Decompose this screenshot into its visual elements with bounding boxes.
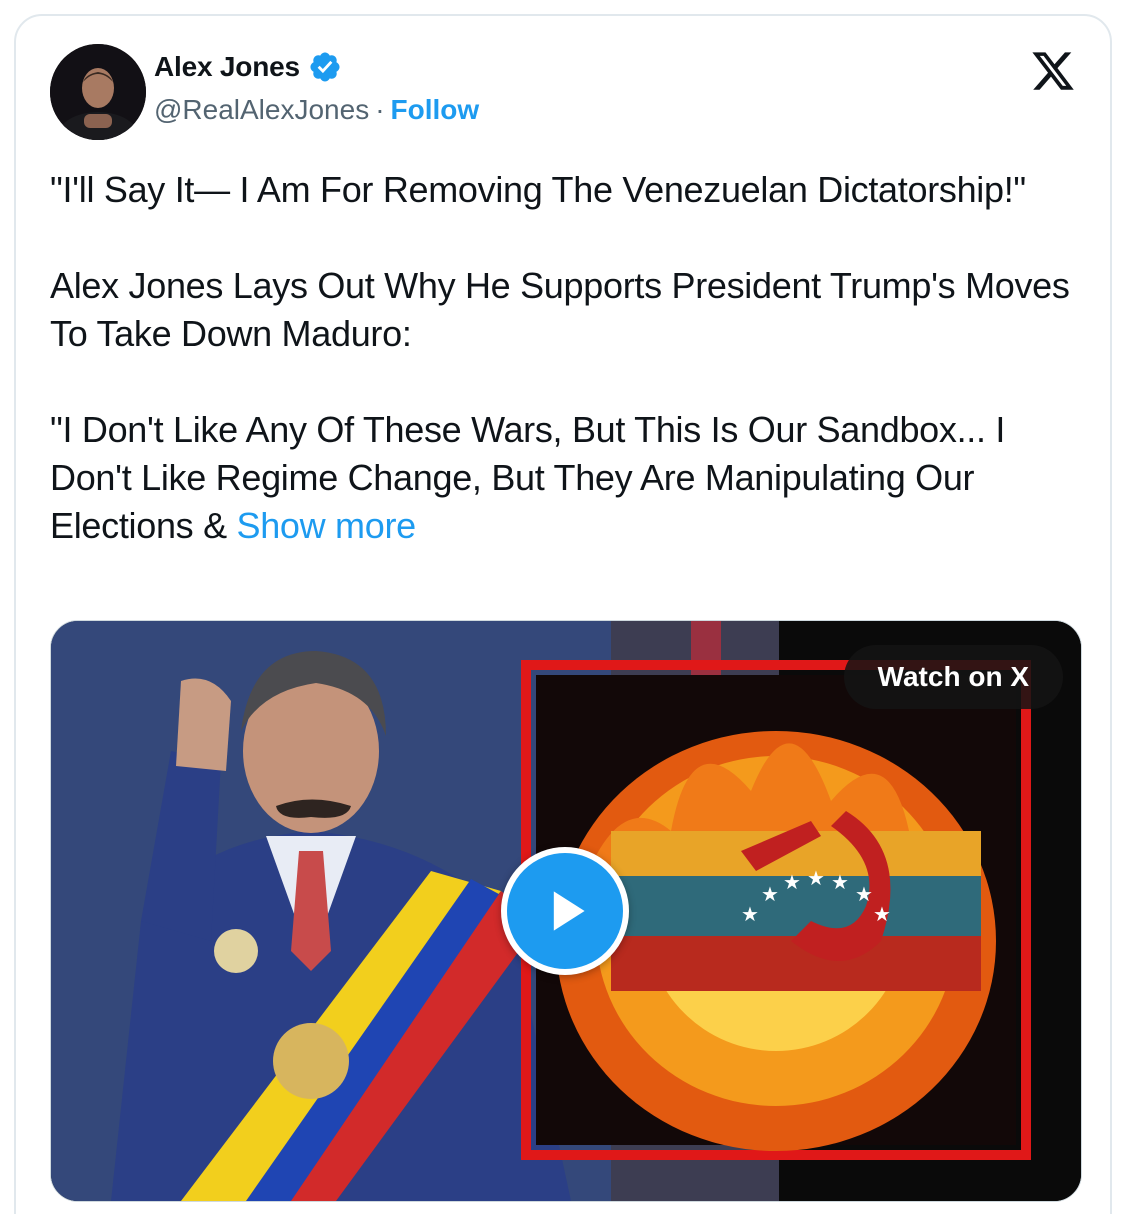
- avatar-image: [50, 44, 146, 140]
- tweet-paragraph-3-text: "I Don't Like Any Of These Wars, But Thi…: [50, 409, 1006, 546]
- follow-button[interactable]: Follow: [391, 94, 480, 126]
- author-name-row: Alex Jones: [154, 50, 342, 84]
- svg-text:★: ★: [783, 870, 801, 894]
- svg-text:★: ★: [761, 882, 779, 906]
- author-name[interactable]: Alex Jones: [154, 51, 300, 83]
- handle-separator: ·: [375, 94, 385, 125]
- author-handle[interactable]: @RealAlexJones: [154, 94, 369, 126]
- tweet-text: "I'll Say It— I Am For Removing The Vene…: [50, 166, 1090, 550]
- x-logo-icon[interactable]: [1030, 48, 1076, 94]
- svg-text:★: ★: [873, 902, 891, 926]
- tweet-paragraph-1: "I'll Say It— I Am For Removing The Vene…: [50, 169, 1026, 210]
- svg-text:★: ★: [807, 866, 825, 890]
- svg-text:★: ★: [855, 882, 873, 906]
- author-avatar[interactable]: [50, 44, 146, 140]
- author-handle-row: @RealAlexJones · Follow: [154, 94, 479, 126]
- show-more-link[interactable]: Show more: [237, 505, 417, 546]
- tweet-paragraph-3: "I Don't Like Any Of These Wars, But Thi…: [50, 406, 1090, 550]
- svg-text:★: ★: [831, 870, 849, 894]
- tweet-paragraph-2: Alex Jones Lays Out Why He Supports Pres…: [50, 265, 1070, 354]
- play-button[interactable]: [501, 847, 629, 975]
- svg-text:★: ★: [741, 902, 759, 926]
- video-thumbnail[interactable]: ★ ★ ★ ★ ★ ★ ★ Watch on X: [50, 620, 1082, 1202]
- watch-on-x-button[interactable]: Watch on X: [843, 645, 1063, 709]
- tweet-card[interactable]: Alex Jones @RealAlexJones · Follow "I'll…: [14, 14, 1112, 1214]
- play-icon: [553, 891, 585, 931]
- verified-badge-icon: [308, 50, 342, 84]
